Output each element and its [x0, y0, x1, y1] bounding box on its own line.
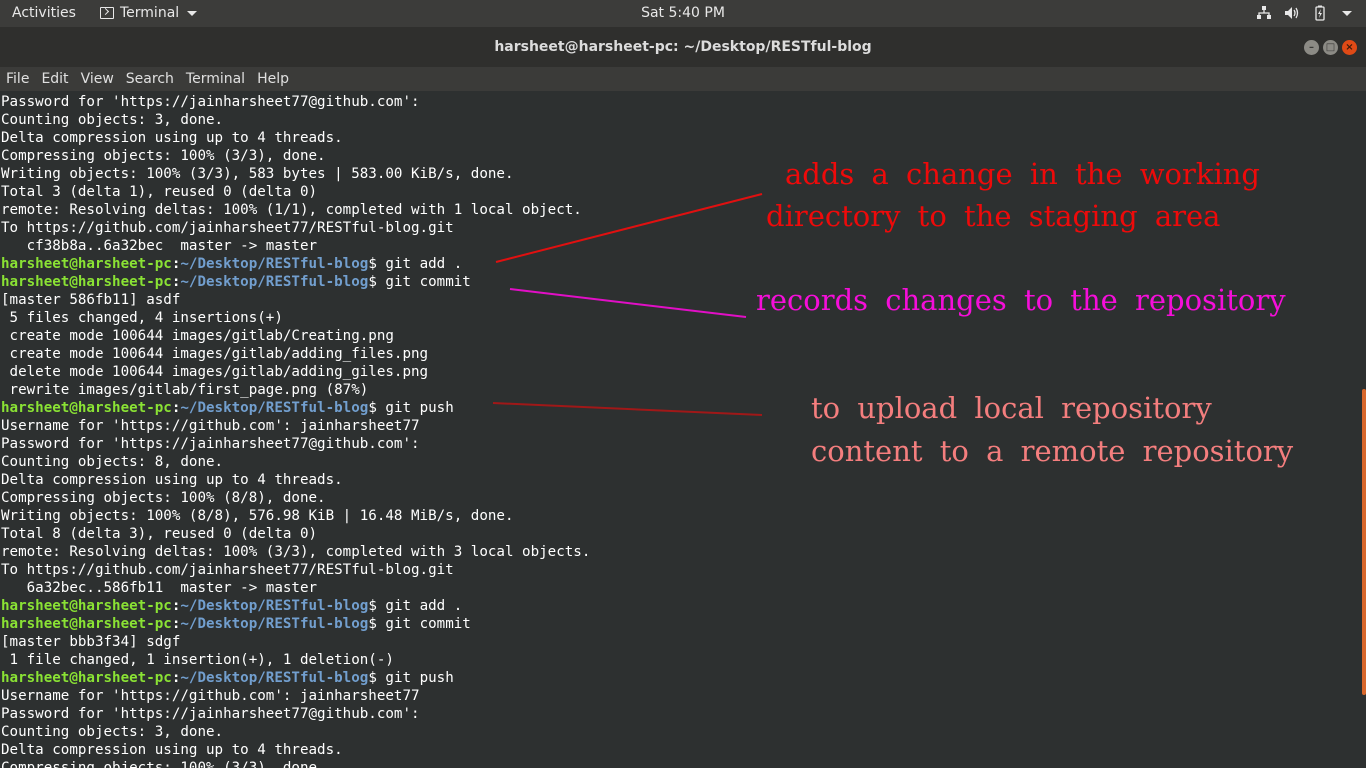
- menu-help[interactable]: Help: [257, 71, 289, 87]
- window-titlebar[interactable]: harsheet@harsheet-pc: ~/Desktop/RESTful-…: [0, 27, 1366, 67]
- output-line: create mode 100644 images/gitlab/adding_…: [1, 346, 429, 362]
- output-line: To https://github.com/jainharsheet77/RES…: [1, 562, 454, 578]
- output-line: Delta compression using up to 4 threads.: [1, 130, 343, 146]
- prompt-path: ~/Desktop/RESTful-blog: [180, 400, 369, 416]
- output-line: To https://github.com/jainharsheet77/RES…: [1, 220, 454, 236]
- add-annotation-line1: adds a change in the working: [785, 157, 1260, 191]
- clock: Sat 5:40 PM: [0, 5, 1366, 21]
- close-icon: ×: [1345, 42, 1354, 53]
- clock-label[interactable]: Sat 5:40 PM: [641, 5, 725, 21]
- command-text: git add .: [376, 256, 463, 272]
- output-line: 5 files changed, 4 insertions(+): [1, 310, 283, 326]
- menu-edit[interactable]: Edit: [41, 71, 68, 87]
- scrollbar[interactable]: [1362, 389, 1366, 695]
- prompt-path: ~/Desktop/RESTful-blog: [180, 598, 369, 614]
- command-text: git push: [376, 670, 454, 686]
- output-line: 1 file changed, 1 insertion(+), 1 deleti…: [1, 652, 394, 668]
- prompt-user: harsheet@harsheet-pc: [1, 400, 172, 416]
- push-annotation-line2: content to a remote repository: [811, 434, 1294, 468]
- app-menu-label: Terminal: [120, 5, 180, 21]
- power-menu-chevron-icon[interactable]: [1342, 10, 1352, 16]
- menu-file[interactable]: File: [6, 71, 29, 87]
- menubar: File Edit View Search Terminal Help: [0, 67, 1366, 91]
- prompt-user: harsheet@harsheet-pc: [1, 274, 172, 290]
- prompt-line: harsheet@harsheet-pc:~/Desktop/RESTful-b…: [1, 273, 471, 291]
- prompt-path: ~/Desktop/RESTful-blog: [180, 670, 369, 686]
- battery-icon[interactable]: [1312, 5, 1328, 21]
- output-line: [master bbb3f34] sdgf: [1, 634, 181, 650]
- prompt-user: harsheet@harsheet-pc: [1, 616, 172, 632]
- prompt-symbol: $: [368, 670, 377, 686]
- activities-button[interactable]: Activities: [12, 5, 76, 21]
- chevron-down-icon: [187, 10, 198, 16]
- output-line: Delta compression using up to 4 threads.: [1, 742, 343, 758]
- prompt-line: harsheet@harsheet-pc:~/Desktop/RESTful-b…: [1, 615, 471, 633]
- output-line: create mode 100644 images/gitlab/Creatin…: [1, 328, 394, 344]
- output-line: Total 8 (delta 3), reused 0 (delta 0): [1, 526, 318, 542]
- output-line: Delta compression using up to 4 threads.: [1, 472, 343, 488]
- window-title: harsheet@harsheet-pc: ~/Desktop/RESTful-…: [494, 39, 872, 55]
- output-line: Username for 'https://github.com': jainh…: [1, 688, 420, 704]
- close-button[interactable]: ×: [1342, 40, 1357, 55]
- maximize-icon: □: [1325, 42, 1336, 53]
- prompt-path: ~/Desktop/RESTful-blog: [180, 256, 369, 272]
- output-line: Password for 'https://jainharsheet77@git…: [1, 94, 420, 110]
- output-line: rewrite images/gitlab/first_page.png (87…: [1, 382, 369, 398]
- output-line: Password for 'https://jainharsheet77@git…: [1, 436, 420, 452]
- prompt-line: harsheet@harsheet-pc:~/Desktop/RESTful-b…: [1, 669, 454, 687]
- output-line: Password for 'https://jainharsheet77@git…: [1, 706, 420, 722]
- commit-annotation: records changes to the repository: [756, 283, 1286, 317]
- output-line: Writing objects: 100% (8/8), 576.98 KiB …: [1, 508, 514, 524]
- minimize-button[interactable]: –: [1304, 40, 1319, 55]
- add-annotation-line2: directory to the staging area: [766, 199, 1221, 233]
- prompt-symbol: $: [368, 616, 377, 632]
- prompt-line: harsheet@harsheet-pc:~/Desktop/RESTful-b…: [1, 597, 462, 615]
- window-controls: – □ ×: [1304, 40, 1357, 55]
- prompt-symbol: $: [368, 274, 377, 290]
- prompt-line: harsheet@harsheet-pc:~/Desktop/RESTful-b…: [1, 255, 462, 273]
- command-text: git add .: [376, 598, 463, 614]
- output-line: Username for 'https://github.com': jainh…: [1, 418, 420, 434]
- prompt-line: harsheet@harsheet-pc:~/Desktop/RESTful-b…: [1, 399, 454, 417]
- maximize-button[interactable]: □: [1323, 40, 1338, 55]
- output-line: Compressing objects: 100% (3/3), done.: [1, 760, 326, 768]
- output-line: Counting objects: 3, done.: [1, 724, 224, 740]
- output-line: cf38b8a..6a32bec master -> master: [1, 238, 318, 254]
- output-line: Writing objects: 100% (3/3), 583 bytes |…: [1, 166, 514, 182]
- output-line: Compressing objects: 100% (8/8), done.: [1, 490, 326, 506]
- menu-terminal[interactable]: Terminal: [186, 71, 245, 87]
- app-menu[interactable]: Terminal: [100, 5, 198, 21]
- prompt-path: ~/Desktop/RESTful-blog: [180, 616, 369, 632]
- network-icon[interactable]: [1256, 5, 1272, 21]
- menu-view[interactable]: View: [81, 71, 114, 87]
- output-line: delete mode 100644 images/gitlab/adding_…: [1, 364, 429, 380]
- menu-search[interactable]: Search: [126, 71, 174, 87]
- volume-icon[interactable]: [1284, 5, 1300, 21]
- minimize-icon: –: [1309, 42, 1314, 53]
- prompt-symbol: $: [368, 400, 377, 416]
- command-text: git push: [376, 400, 454, 416]
- prompt-symbol: $: [368, 598, 377, 614]
- command-text: git commit: [376, 616, 471, 632]
- output-line: remote: Resolving deltas: 100% (3/3), co…: [1, 544, 591, 560]
- push-annotation-line1: to upload local repository: [811, 391, 1212, 425]
- output-line: Compressing objects: 100% (3/3), done.: [1, 148, 326, 164]
- output-line: [master 586fb11] asdf: [1, 292, 181, 308]
- prompt-user: harsheet@harsheet-pc: [1, 598, 172, 614]
- output-line: 6a32bec..586fb11 master -> master: [1, 580, 318, 596]
- output-line: Counting objects: 8, done.: [1, 454, 224, 470]
- prompt-user: harsheet@harsheet-pc: [1, 670, 172, 686]
- prompt-symbol: $: [368, 256, 377, 272]
- output-line: Counting objects: 3, done.: [1, 112, 224, 128]
- top-bar: Activities Terminal Sat 5:40 PM: [0, 0, 1366, 27]
- prompt-path: ~/Desktop/RESTful-blog: [180, 274, 369, 290]
- terminal-output[interactable]: Password for 'https://jainharsheet77@git…: [0, 91, 1366, 768]
- prompt-user: harsheet@harsheet-pc: [1, 256, 172, 272]
- output-line: remote: Resolving deltas: 100% (1/1), co…: [1, 202, 582, 218]
- system-tray[interactable]: [1256, 5, 1352, 21]
- terminal-icon: [100, 7, 114, 19]
- command-text: git commit: [376, 274, 471, 290]
- output-line: Total 3 (delta 1), reused 0 (delta 0): [1, 184, 318, 200]
